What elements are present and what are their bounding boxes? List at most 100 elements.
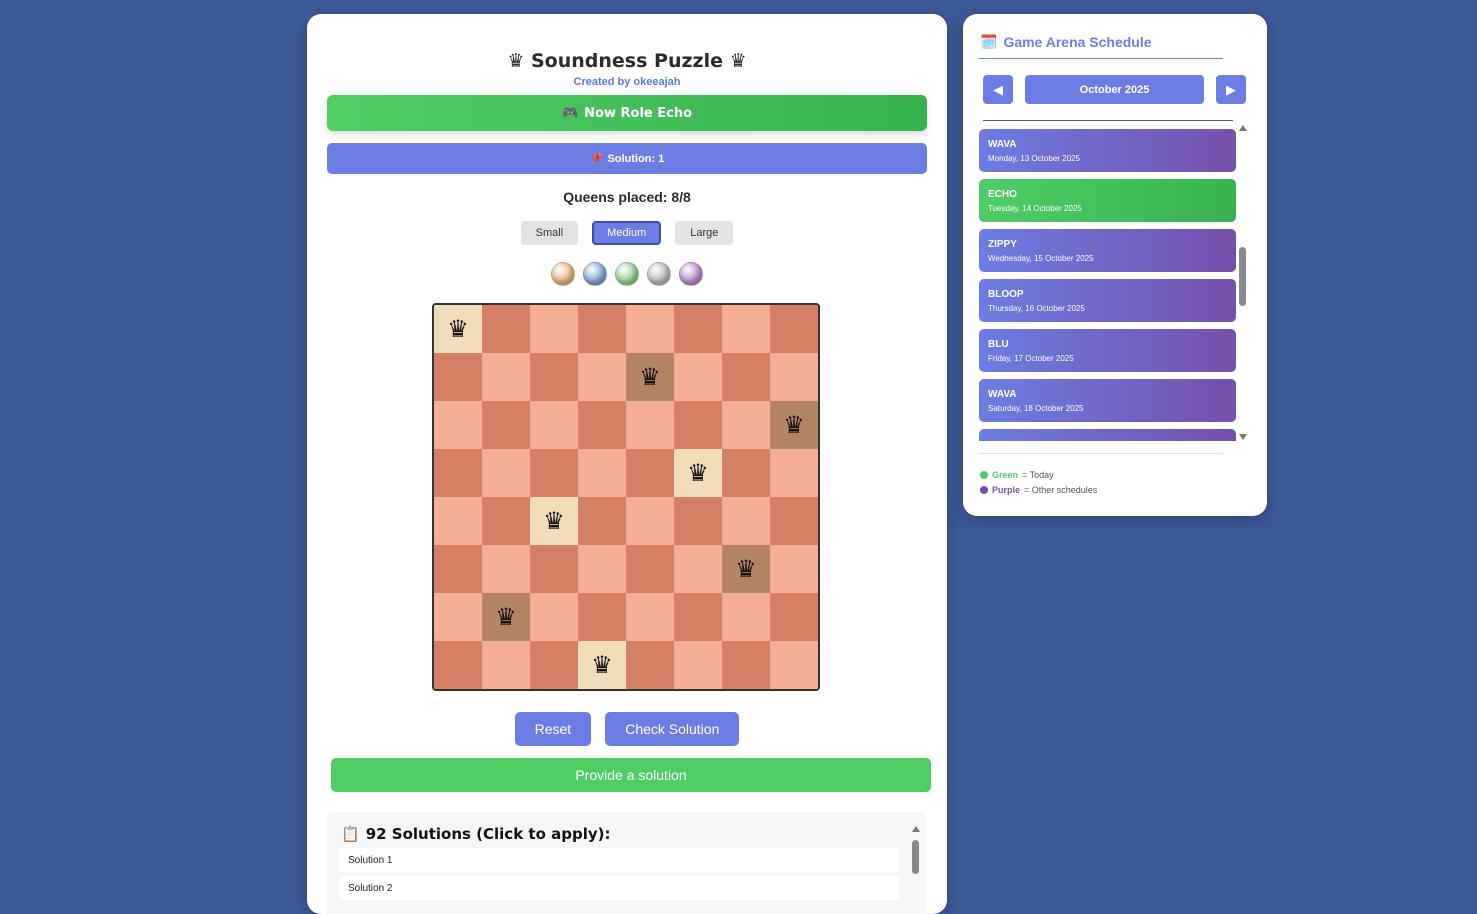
board-square[interactable] bbox=[482, 353, 530, 401]
schedule-item[interactable]: ZIPPY Wednesday, 15 October 2025 bbox=[979, 229, 1236, 272]
reset-button[interactable]: Reset bbox=[514, 712, 592, 746]
board-square[interactable]: ♛ bbox=[674, 449, 722, 497]
schedule-scrollbar[interactable] bbox=[1238, 125, 1248, 440]
board-square[interactable] bbox=[530, 305, 578, 353]
board-square[interactable] bbox=[626, 449, 674, 497]
board-square[interactable] bbox=[482, 497, 530, 545]
schedule-item[interactable] bbox=[979, 429, 1236, 441]
board-square[interactable] bbox=[434, 497, 482, 545]
solution-list-item[interactable]: Solution 2 bbox=[339, 876, 899, 900]
board-square[interactable] bbox=[674, 545, 722, 593]
board-square[interactable] bbox=[530, 593, 578, 641]
board-square[interactable] bbox=[578, 545, 626, 593]
board-square[interactable]: ♛ bbox=[722, 545, 770, 593]
board-square[interactable] bbox=[530, 353, 578, 401]
board-square[interactable] bbox=[578, 449, 626, 497]
board-square[interactable] bbox=[674, 593, 722, 641]
size-button-small[interactable]: Small bbox=[520, 221, 579, 245]
board-square[interactable]: ♛ bbox=[578, 641, 626, 689]
board-square[interactable] bbox=[482, 401, 530, 449]
provide-solution-button[interactable]: Provide a solution bbox=[331, 758, 931, 792]
scroll-up-arrow-icon[interactable] bbox=[1239, 125, 1247, 131]
board-square[interactable] bbox=[482, 545, 530, 593]
theme-gray-button[interactable] bbox=[647, 262, 671, 286]
solutions-scrollbar[interactable] bbox=[911, 826, 921, 914]
theme-purple-button[interactable] bbox=[679, 262, 703, 286]
solution-list-item[interactable]: Solution 1 bbox=[339, 848, 899, 872]
schedule-item-name: ZIPPY bbox=[988, 239, 1017, 250]
board-square[interactable] bbox=[722, 593, 770, 641]
theme-green-button[interactable] bbox=[615, 262, 639, 286]
board-square[interactable] bbox=[530, 545, 578, 593]
board-square[interactable] bbox=[674, 401, 722, 449]
solutions-title-text: 92 Solutions (Click to apply): bbox=[365, 825, 611, 843]
check-solution-button[interactable]: Check Solution bbox=[605, 712, 740, 746]
schedule-item[interactable]: ECHO Tuesday, 14 October 2025 bbox=[979, 179, 1236, 222]
scroll-down-arrow-icon[interactable] bbox=[1239, 434, 1247, 440]
board-square[interactable] bbox=[530, 401, 578, 449]
board-square[interactable] bbox=[770, 641, 818, 689]
board-square[interactable] bbox=[626, 593, 674, 641]
board-square[interactable] bbox=[770, 545, 818, 593]
schedule-item[interactable]: WAVA Saturday, 18 October 2025 bbox=[979, 379, 1236, 422]
green-dot-icon bbox=[980, 471, 988, 479]
board-square[interactable] bbox=[770, 353, 818, 401]
previous-month-button[interactable]: ◀ bbox=[983, 75, 1013, 104]
board-square[interactable] bbox=[626, 545, 674, 593]
board-square[interactable]: ♛ bbox=[770, 401, 818, 449]
board-square[interactable] bbox=[578, 497, 626, 545]
schedule-item-date: Saturday, 18 October 2025 bbox=[988, 404, 1084, 413]
schedule-item[interactable]: BLOOP Thursday, 16 October 2025 bbox=[979, 279, 1236, 322]
board-square[interactable] bbox=[674, 641, 722, 689]
board-square[interactable] bbox=[722, 305, 770, 353]
board-square[interactable] bbox=[434, 353, 482, 401]
board-square[interactable] bbox=[434, 545, 482, 593]
board-square[interactable] bbox=[578, 305, 626, 353]
board-square[interactable] bbox=[674, 353, 722, 401]
board-square[interactable] bbox=[722, 401, 770, 449]
board-square[interactable] bbox=[530, 449, 578, 497]
scroll-thumb[interactable] bbox=[912, 840, 919, 874]
board-square[interactable] bbox=[578, 401, 626, 449]
board-square[interactable] bbox=[482, 641, 530, 689]
board-square[interactable]: ♛ bbox=[530, 497, 578, 545]
board-square[interactable] bbox=[722, 641, 770, 689]
schedule-item[interactable]: BLU Friday, 17 October 2025 bbox=[979, 329, 1236, 372]
board-square[interactable] bbox=[626, 641, 674, 689]
board-square[interactable] bbox=[770, 305, 818, 353]
board-square[interactable]: ♛ bbox=[434, 305, 482, 353]
board-square[interactable] bbox=[626, 401, 674, 449]
theme-blue-button[interactable] bbox=[583, 262, 607, 286]
board-square[interactable] bbox=[434, 641, 482, 689]
size-button-medium[interactable]: Medium bbox=[592, 221, 662, 245]
board-square[interactable] bbox=[722, 449, 770, 497]
theme-tan-button[interactable] bbox=[551, 262, 575, 286]
board-square[interactable]: ♛ bbox=[626, 353, 674, 401]
board-square[interactable] bbox=[626, 305, 674, 353]
board-square[interactable] bbox=[722, 497, 770, 545]
board-square[interactable] bbox=[770, 497, 818, 545]
board-square[interactable] bbox=[722, 353, 770, 401]
board-square[interactable] bbox=[770, 593, 818, 641]
board-square[interactable] bbox=[434, 401, 482, 449]
board-square[interactable] bbox=[578, 353, 626, 401]
board-square[interactable] bbox=[626, 497, 674, 545]
scroll-thumb[interactable] bbox=[1239, 247, 1246, 306]
board-square[interactable] bbox=[674, 497, 722, 545]
size-button-large[interactable]: Large bbox=[675, 221, 734, 245]
board-square[interactable] bbox=[530, 641, 578, 689]
board-square[interactable] bbox=[434, 593, 482, 641]
now-role-button[interactable]: 🎮 Now Role Echo bbox=[327, 95, 927, 131]
board-square[interactable] bbox=[482, 449, 530, 497]
board-square[interactable]: ♛ bbox=[482, 593, 530, 641]
schedule-item[interactable]: WAVA Monday, 13 October 2025 bbox=[979, 129, 1236, 172]
next-month-button[interactable]: ▶ bbox=[1216, 75, 1246, 104]
scroll-up-arrow-icon[interactable] bbox=[912, 826, 920, 832]
board-square[interactable] bbox=[578, 593, 626, 641]
legend-item-green: Green = Today bbox=[980, 470, 1054, 480]
board-square[interactable] bbox=[674, 305, 722, 353]
board-square[interactable] bbox=[482, 305, 530, 353]
board-square[interactable] bbox=[434, 449, 482, 497]
board-square[interactable] bbox=[770, 449, 818, 497]
legend-key: Purple bbox=[992, 485, 1021, 495]
